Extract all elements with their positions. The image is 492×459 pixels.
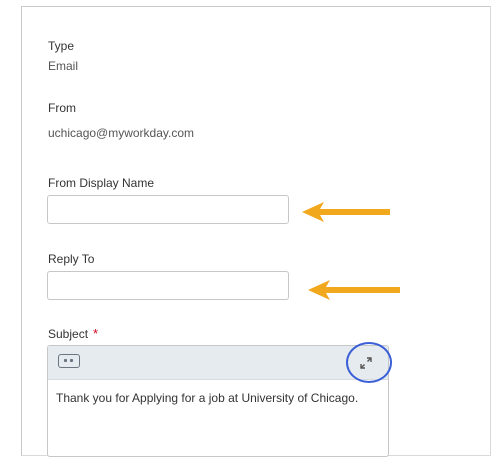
editor-toolbar [48, 346, 388, 380]
from-label: From [48, 101, 76, 115]
subject-label-text: Subject [48, 327, 89, 341]
annotation-arrow-reply-to [308, 280, 400, 300]
annotation-arrow-display-name [302, 202, 390, 222]
subject-rich-text-editor[interactable]: Thank you for Applying for a job at Univ… [47, 345, 389, 457]
type-label: Type [48, 39, 75, 53]
required-asterisk: * [93, 326, 99, 341]
from-value: uchicago@myworkday.com [48, 126, 195, 140]
reply-to-label: Reply To [48, 252, 95, 266]
prompt-token-icon[interactable] [58, 354, 80, 368]
expand-icon[interactable] [358, 355, 374, 371]
subject-label: Subject * [48, 326, 99, 342]
type-value: Email [48, 59, 79, 73]
from-display-name-label: From Display Name [48, 176, 155, 190]
subject-text[interactable]: Thank you for Applying for a job at Univ… [56, 390, 384, 406]
reply-to-input[interactable] [47, 271, 289, 300]
from-display-name-input[interactable] [47, 195, 289, 224]
